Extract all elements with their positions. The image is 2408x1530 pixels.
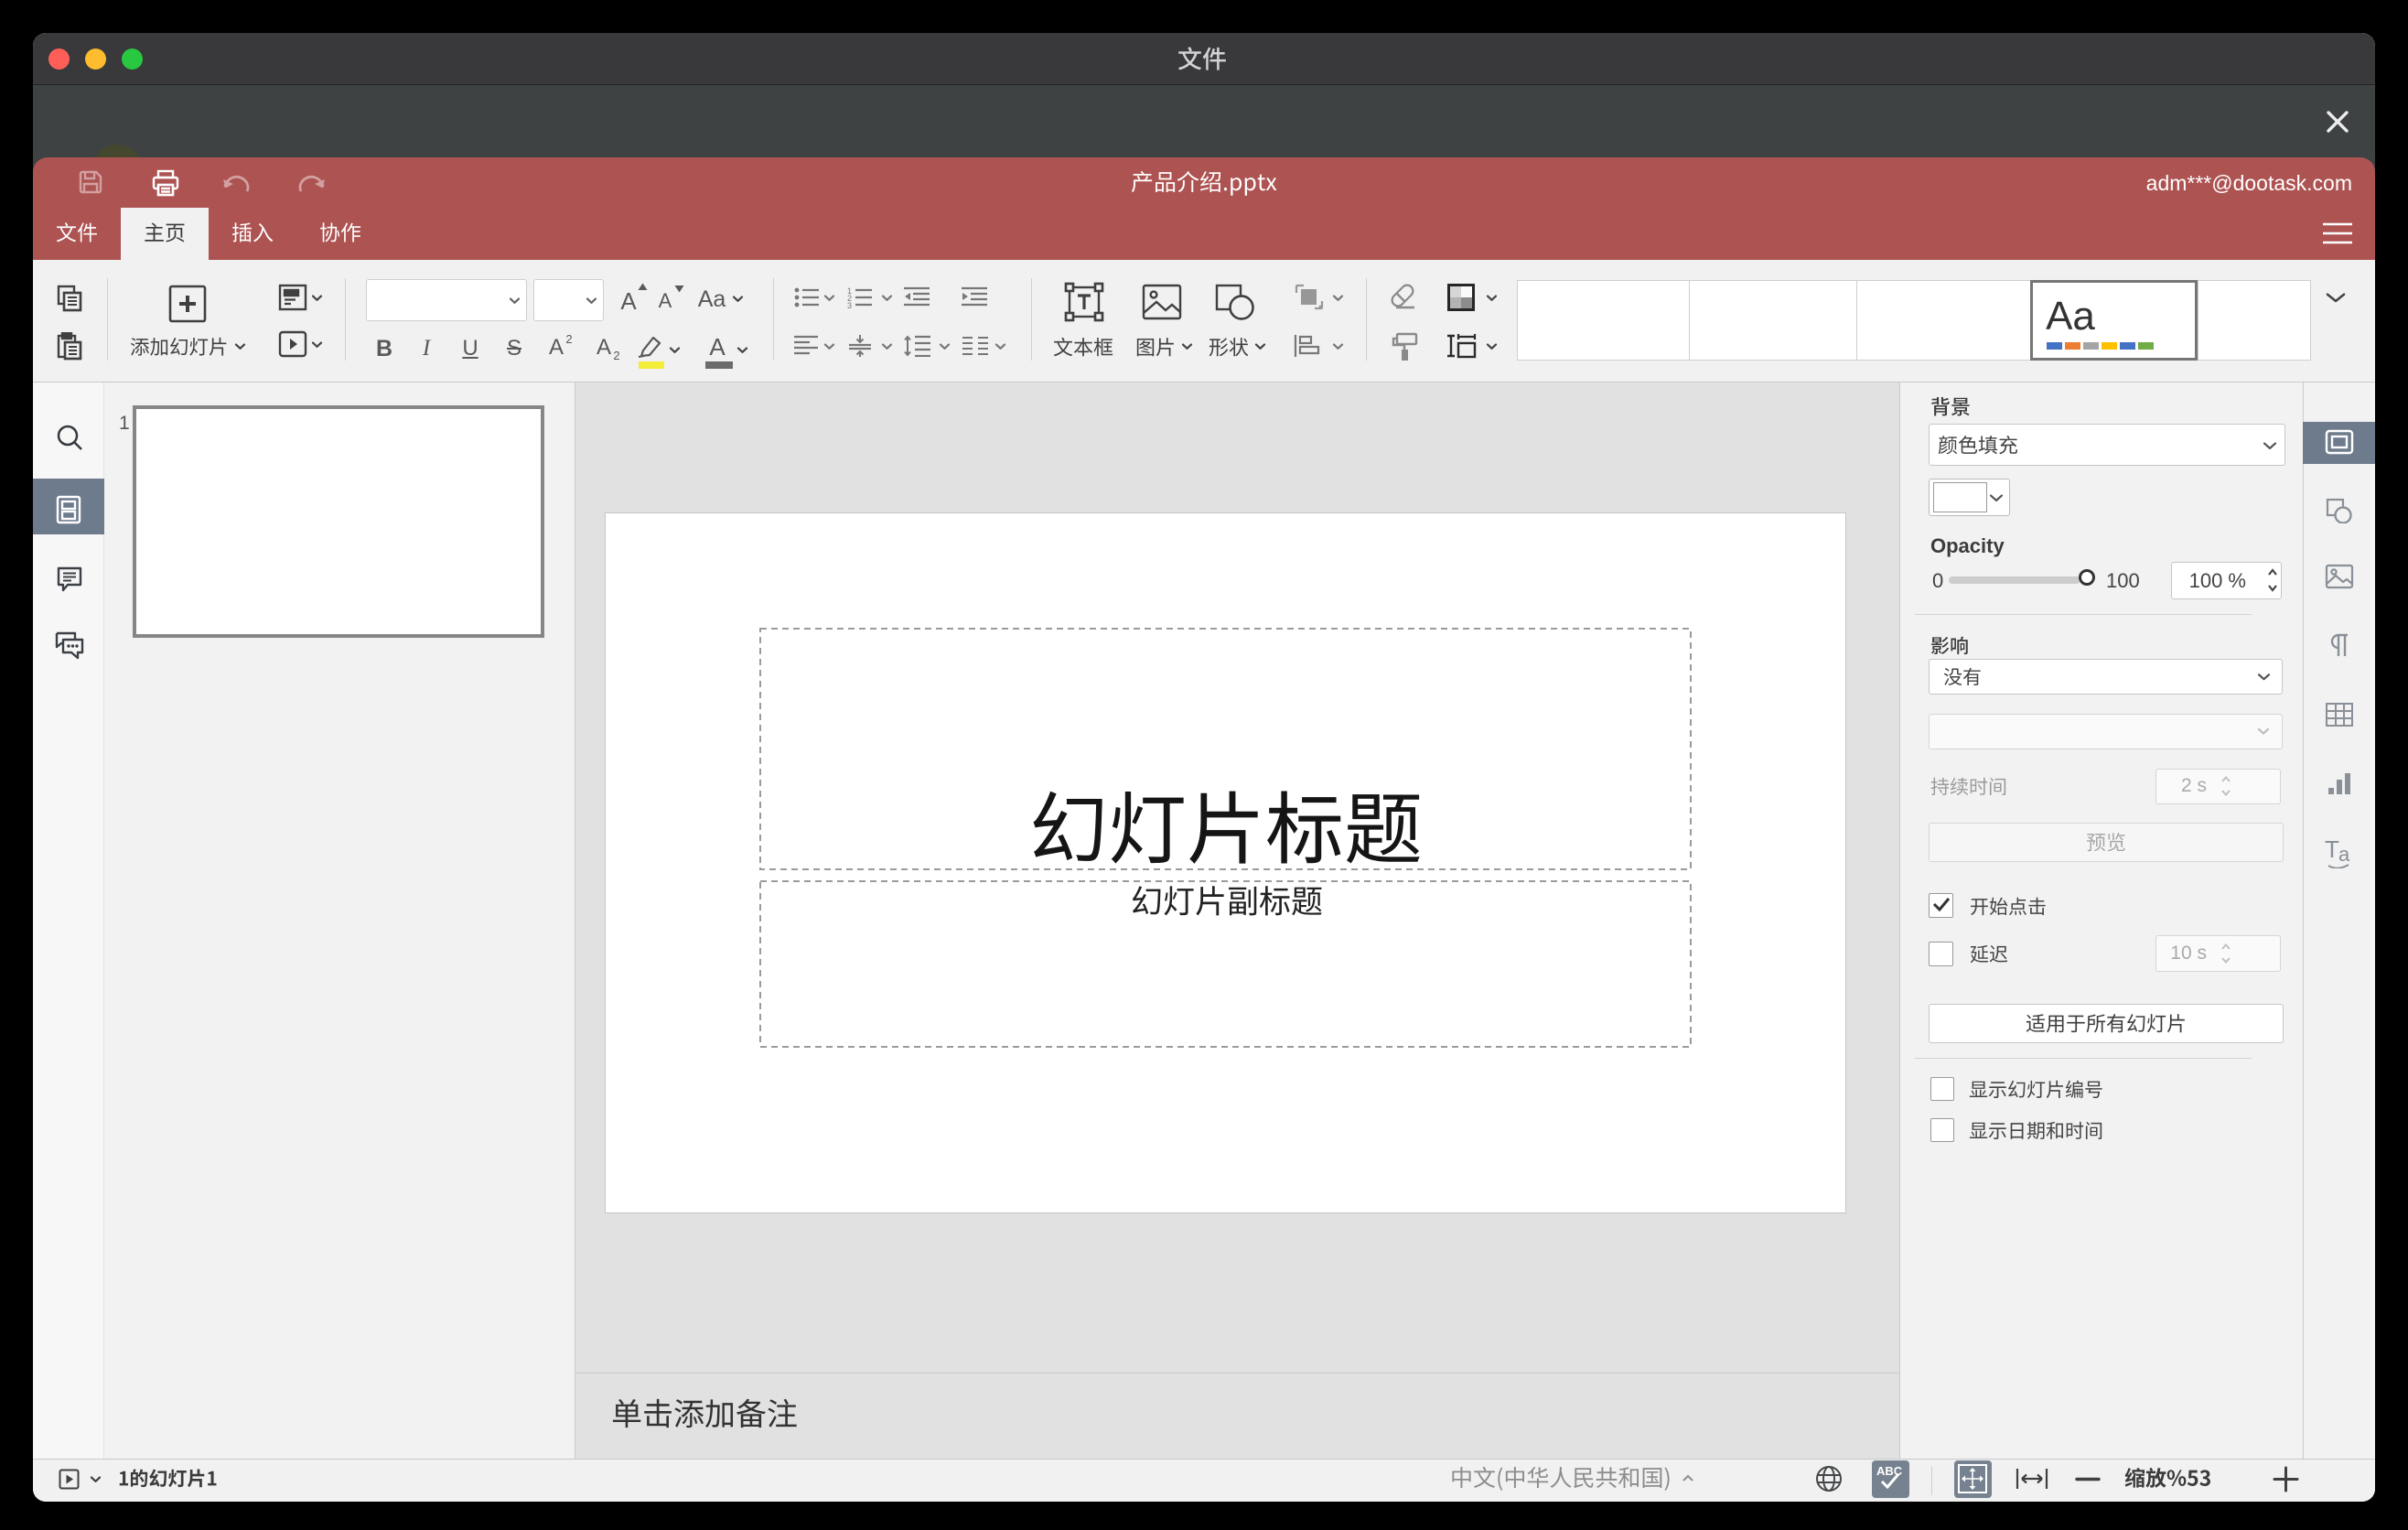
svg-text:a: a <box>2338 843 2350 866</box>
svg-text:T: T <box>2325 837 2339 863</box>
svg-text:3: 3 <box>847 301 852 308</box>
